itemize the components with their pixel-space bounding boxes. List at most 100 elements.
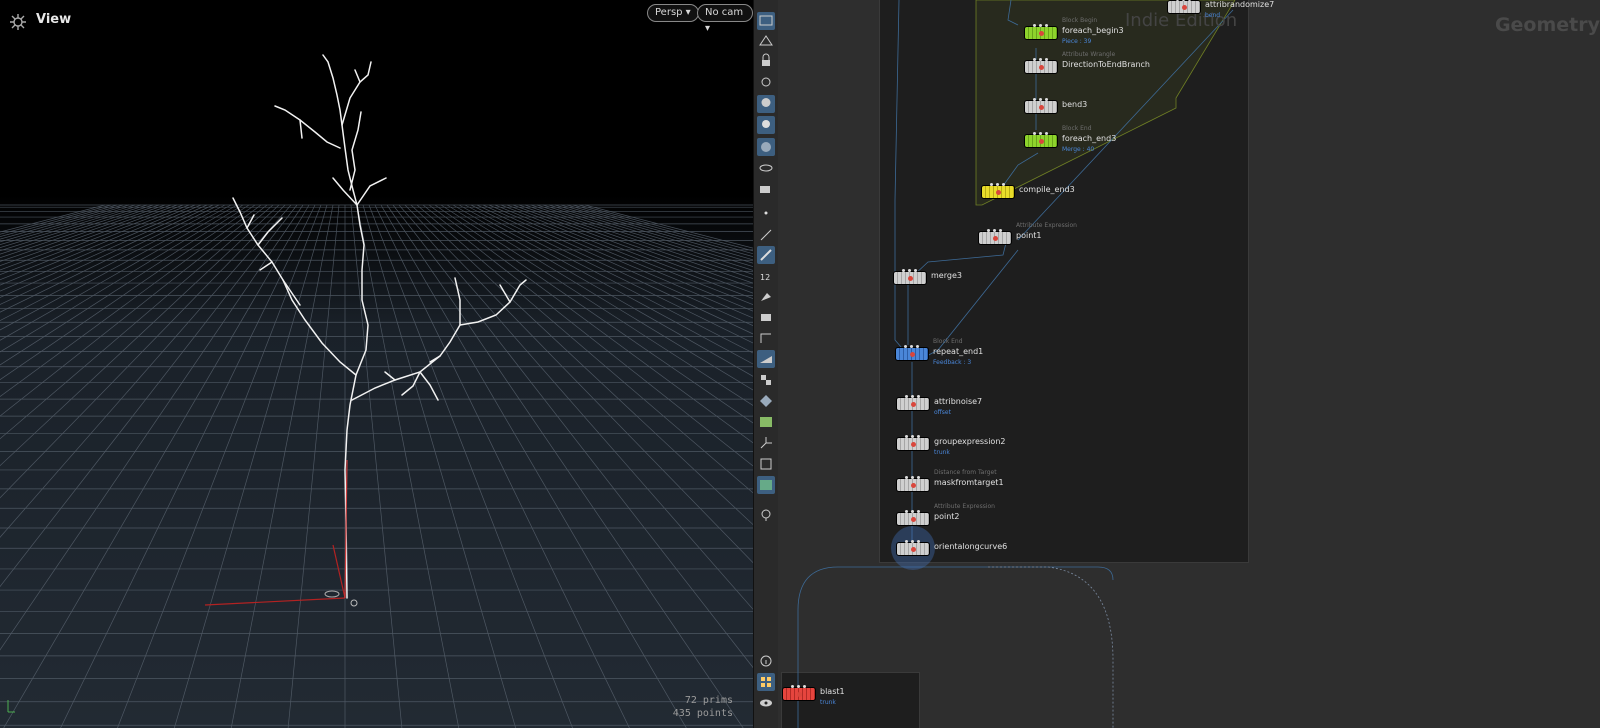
node-body[interactable]: [896, 540, 930, 556]
stack-icon[interactable]: [757, 308, 775, 326]
info-icon[interactable]: [757, 652, 775, 670]
scene-viewport[interactable]: View Persp ▾ No cam ▾ 72 prims 435 point…: [0, 0, 753, 728]
ramp-icon[interactable]: [757, 350, 775, 368]
input-connector[interactable]: [1045, 58, 1048, 61]
node-body[interactable]: [1024, 58, 1058, 74]
grid-icon[interactable]: [757, 673, 775, 691]
input-connector[interactable]: [905, 510, 908, 513]
prims-count: 72 prims: [684, 695, 733, 706]
light-icon[interactable]: [757, 95, 775, 113]
input-connector[interactable]: [911, 510, 914, 513]
input-connector[interactable]: [908, 269, 911, 272]
headlight-icon[interactable]: [757, 116, 775, 134]
node-body[interactable]: [896, 395, 930, 411]
node-type-label: Distance from Target: [934, 469, 997, 476]
input-connector[interactable]: [1045, 132, 1048, 135]
image-icon[interactable]: [757, 413, 775, 431]
input-connector[interactable]: [803, 685, 806, 688]
input-connector[interactable]: [911, 435, 914, 438]
eye-icon[interactable]: [757, 694, 775, 712]
input-connector[interactable]: [1033, 58, 1036, 61]
square-icon[interactable]: [757, 455, 775, 473]
input-connector[interactable]: [1039, 58, 1042, 61]
pin-icon[interactable]: [757, 506, 775, 524]
diamond-icon[interactable]: [757, 392, 775, 410]
axis-gizmo-icon: [7, 700, 15, 713]
node-body[interactable]: [978, 229, 1012, 245]
axes-icon[interactable]: [757, 434, 775, 452]
node-body[interactable]: [893, 269, 927, 285]
input-connector[interactable]: [905, 435, 908, 438]
node-body[interactable]: [896, 435, 930, 451]
input-connector[interactable]: [914, 269, 917, 272]
node-body[interactable]: [896, 476, 930, 492]
node-body[interactable]: [1024, 98, 1058, 114]
node-body[interactable]: [895, 345, 929, 361]
input-connector[interactable]: [791, 685, 794, 688]
input-connector[interactable]: [996, 183, 999, 186]
input-connector[interactable]: [1033, 98, 1036, 101]
node-label: repeat_end1: [933, 347, 984, 356]
input-connector[interactable]: [797, 685, 800, 688]
node-body[interactable]: [1024, 132, 1058, 148]
input-connector[interactable]: [1033, 132, 1036, 135]
display-options-icon[interactable]: [757, 32, 775, 50]
input-connector[interactable]: [917, 510, 920, 513]
node-body[interactable]: [782, 685, 816, 701]
viewport-title: View: [36, 12, 72, 27]
bracket-icon[interactable]: [757, 329, 775, 347]
input-connector[interactable]: [905, 476, 908, 479]
input-connector[interactable]: [917, 395, 920, 398]
node-label: bend3: [1062, 100, 1088, 109]
input-connector[interactable]: [905, 540, 908, 543]
network-editor[interactable]: Indie Edition Geometry attribrandomize7 b…: [778, 0, 1600, 728]
camera-menu-button[interactable]: No cam ▾: [697, 4, 753, 34]
number-icon[interactable]: 12: [757, 267, 775, 285]
point-icon[interactable]: [757, 204, 775, 222]
input-connector[interactable]: [917, 540, 920, 543]
input-connector[interactable]: [905, 395, 908, 398]
input-connector[interactable]: [911, 395, 914, 398]
input-connector[interactable]: [1002, 183, 1005, 186]
input-connector[interactable]: [987, 229, 990, 232]
node-body[interactable]: [1024, 24, 1058, 40]
input-connector[interactable]: [911, 540, 914, 543]
checker-icon[interactable]: [757, 371, 775, 389]
node-body[interactable]: [981, 183, 1015, 199]
input-connector[interactable]: [1188, 0, 1191, 1]
input-connector[interactable]: [1033, 24, 1036, 27]
input-connector[interactable]: [917, 435, 920, 438]
node-body[interactable]: [896, 510, 930, 526]
input-connector[interactable]: [1039, 24, 1042, 27]
input-connector[interactable]: [917, 476, 920, 479]
brush-icon[interactable]: [757, 287, 775, 305]
node-type-label: Block End: [933, 338, 963, 345]
input-connector[interactable]: [916, 345, 919, 348]
visibility-icon[interactable]: [757, 159, 775, 177]
input-connector[interactable]: [990, 183, 993, 186]
input-connector[interactable]: [1045, 24, 1048, 27]
shaded-icon[interactable]: [757, 138, 775, 156]
input-connector[interactable]: [902, 269, 905, 272]
snap-icon[interactable]: [757, 73, 775, 91]
input-connector[interactable]: [1176, 0, 1179, 1]
pen-icon[interactable]: [757, 246, 775, 264]
input-connector[interactable]: [1039, 132, 1042, 135]
input-connector[interactable]: [999, 229, 1002, 232]
photo-icon[interactable]: [757, 476, 775, 494]
input-connector[interactable]: [1182, 0, 1185, 1]
lock-icon[interactable]: [757, 52, 775, 70]
input-connector[interactable]: [911, 476, 914, 479]
viewport-scene[interactable]: [0, 0, 753, 728]
input-connector[interactable]: [910, 345, 913, 348]
node-body[interactable]: [1167, 0, 1201, 14]
input-connector[interactable]: [904, 345, 907, 348]
input-connector[interactable]: [1039, 98, 1042, 101]
edge-icon[interactable]: [757, 226, 775, 244]
select-viewport-icon[interactable]: [757, 12, 775, 30]
camera-icon[interactable]: [757, 180, 775, 198]
perspective-menu-button[interactable]: Persp ▾: [647, 4, 699, 22]
input-connector[interactable]: [993, 229, 996, 232]
node-flag-icon: [1039, 65, 1044, 70]
input-connector[interactable]: [1045, 98, 1048, 101]
